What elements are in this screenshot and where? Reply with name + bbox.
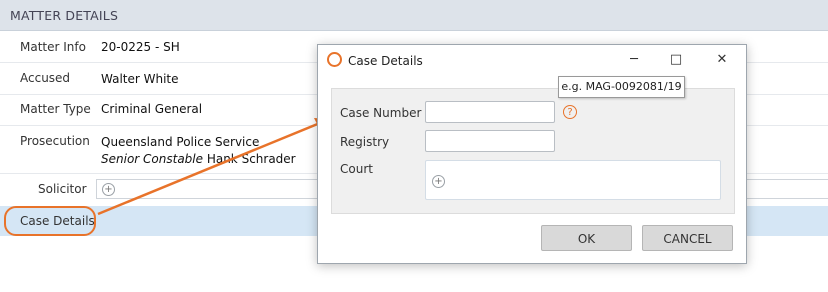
case-number-label: Case Number — [340, 106, 422, 120]
court-label: Court — [340, 162, 373, 176]
registry-input[interactable] — [425, 130, 555, 152]
ok-button[interactable]: OK — [541, 225, 632, 251]
app-logo-icon — [327, 52, 342, 67]
court-list[interactable]: + — [425, 160, 721, 200]
close-button[interactable]: ✕ — [712, 51, 732, 69]
case-number-input[interactable] — [425, 101, 555, 123]
tooltip: e.g. MAG-0092081/19 — [558, 76, 685, 98]
cancel-button[interactable]: CANCEL — [642, 225, 733, 251]
help-icon[interactable]: ? — [563, 105, 577, 119]
plus-circle-icon[interactable]: + — [432, 175, 445, 188]
dialog-title: Case Details — [348, 54, 423, 68]
maximize-button[interactable]: □ — [666, 51, 686, 69]
case-details-dialog: Case Details ─ □ ✕ Case Number ? Registr… — [317, 44, 747, 264]
registry-label: Registry — [340, 135, 390, 149]
minimize-button[interactable]: ─ — [624, 51, 644, 69]
form-panel: Case Number ? Registry Court + — [331, 88, 735, 214]
